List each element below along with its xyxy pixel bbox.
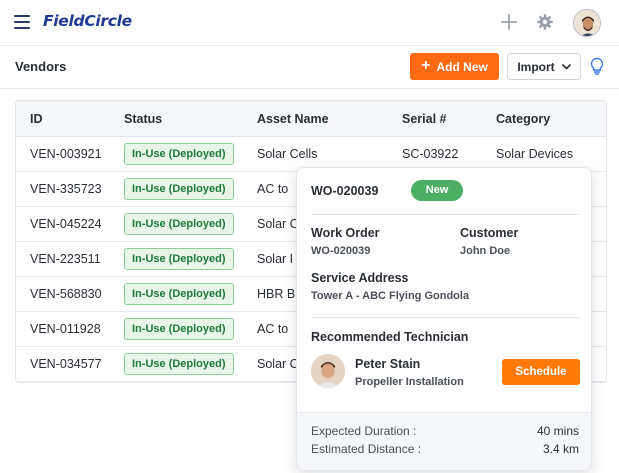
status-badge: In-Use (Deployed) bbox=[124, 318, 234, 340]
expected-duration-value: 40 mins bbox=[536, 424, 579, 438]
cell-asset-name: Solar C bbox=[257, 357, 299, 371]
status-badge: In-Use (Deployed) bbox=[124, 283, 234, 305]
status-badge: In-Use (Deployed) bbox=[124, 353, 234, 375]
cell-asset-name: Solar Cells bbox=[257, 147, 318, 161]
status-badge: New bbox=[411, 180, 463, 201]
import-label: Import bbox=[517, 59, 555, 74]
popup-wo-number: WO-020039 bbox=[311, 184, 379, 198]
technician-avatar bbox=[311, 354, 345, 388]
cell-asset-name: Solar C bbox=[257, 217, 299, 231]
service-address-label: Service Address bbox=[311, 271, 409, 285]
status-badge: In-Use (Deployed) bbox=[124, 248, 234, 270]
estimated-distance-value: 3.4 km bbox=[542, 442, 579, 456]
service-address-value: Tower A - ABC Flying Gondola bbox=[311, 290, 470, 302]
add-new-button[interactable]: + Add New bbox=[410, 53, 499, 80]
popup-footer: Expected Duration : 40 mins Estimated Di… bbox=[297, 412, 591, 470]
import-dropdown-button[interactable]: Import bbox=[507, 53, 581, 80]
plus-icon[interactable] bbox=[500, 13, 518, 31]
gear-icon[interactable] bbox=[536, 13, 554, 31]
cell-serial: SC-03922 bbox=[402, 147, 459, 161]
work-order-popup: WO-020039 New Work Order WO-020039 Custo… bbox=[296, 167, 592, 471]
cell-id: VEN-335723 bbox=[30, 182, 102, 196]
technician-avatar-face bbox=[311, 354, 345, 388]
technician-role: Propeller Installation bbox=[355, 376, 464, 388]
chevron-down-icon bbox=[561, 63, 571, 70]
table-header: ID Status Asset Name Serial # Category bbox=[16, 101, 606, 137]
divider bbox=[311, 317, 579, 318]
cell-id: VEN-011928 bbox=[30, 322, 101, 336]
cell-category: Solar Devices bbox=[496, 147, 574, 161]
technician-name: Peter Stain bbox=[355, 357, 421, 371]
cell-asset-name: AC to bbox=[257, 322, 289, 336]
customer-label: Customer bbox=[460, 226, 519, 240]
cell-asset-name: AC to bbox=[257, 182, 289, 196]
user-avatar[interactable] bbox=[573, 9, 601, 37]
cell-id: VEN-045224 bbox=[30, 217, 102, 231]
recommended-technician-heading: Recommended Technician bbox=[311, 330, 469, 344]
column-header-serial[interactable]: Serial # bbox=[402, 112, 446, 126]
work-order-value: WO-020039 bbox=[311, 245, 371, 257]
cell-id: VEN-223511 bbox=[30, 252, 101, 266]
cell-id: VEN-003921 bbox=[30, 147, 102, 161]
page-title: Vendors bbox=[15, 59, 67, 74]
add-new-label: Add New bbox=[436, 59, 488, 74]
top-navigation-bar: FieldCircle bbox=[0, 0, 619, 46]
divider bbox=[311, 214, 579, 215]
cell-id: VEN-568830 bbox=[30, 287, 102, 301]
lightbulb-icon[interactable] bbox=[589, 57, 605, 75]
plus-icon: + bbox=[421, 57, 431, 74]
estimated-distance-label: Estimated Distance : bbox=[311, 442, 422, 456]
user-avatar-face bbox=[574, 10, 600, 36]
column-header-category[interactable]: Category bbox=[496, 112, 550, 126]
customer-value: John Doe bbox=[460, 245, 511, 257]
cell-id: VEN-034577 bbox=[30, 357, 102, 371]
status-badge: In-Use (Deployed) bbox=[124, 143, 234, 165]
menu-icon[interactable] bbox=[14, 15, 30, 29]
work-order-label: Work Order bbox=[311, 226, 380, 240]
status-badge: In-Use (Deployed) bbox=[124, 178, 234, 200]
app-logo[interactable]: FieldCircle bbox=[43, 12, 132, 30]
column-header-asset-name[interactable]: Asset Name bbox=[257, 112, 329, 126]
column-header-id[interactable]: ID bbox=[30, 112, 43, 126]
column-header-status[interactable]: Status bbox=[124, 112, 162, 126]
expected-duration-label: Expected Duration : bbox=[311, 424, 417, 438]
cell-asset-name: Solar I bbox=[257, 252, 294, 266]
status-badge: In-Use (Deployed) bbox=[124, 213, 234, 235]
schedule-button[interactable]: Schedule bbox=[502, 359, 580, 385]
